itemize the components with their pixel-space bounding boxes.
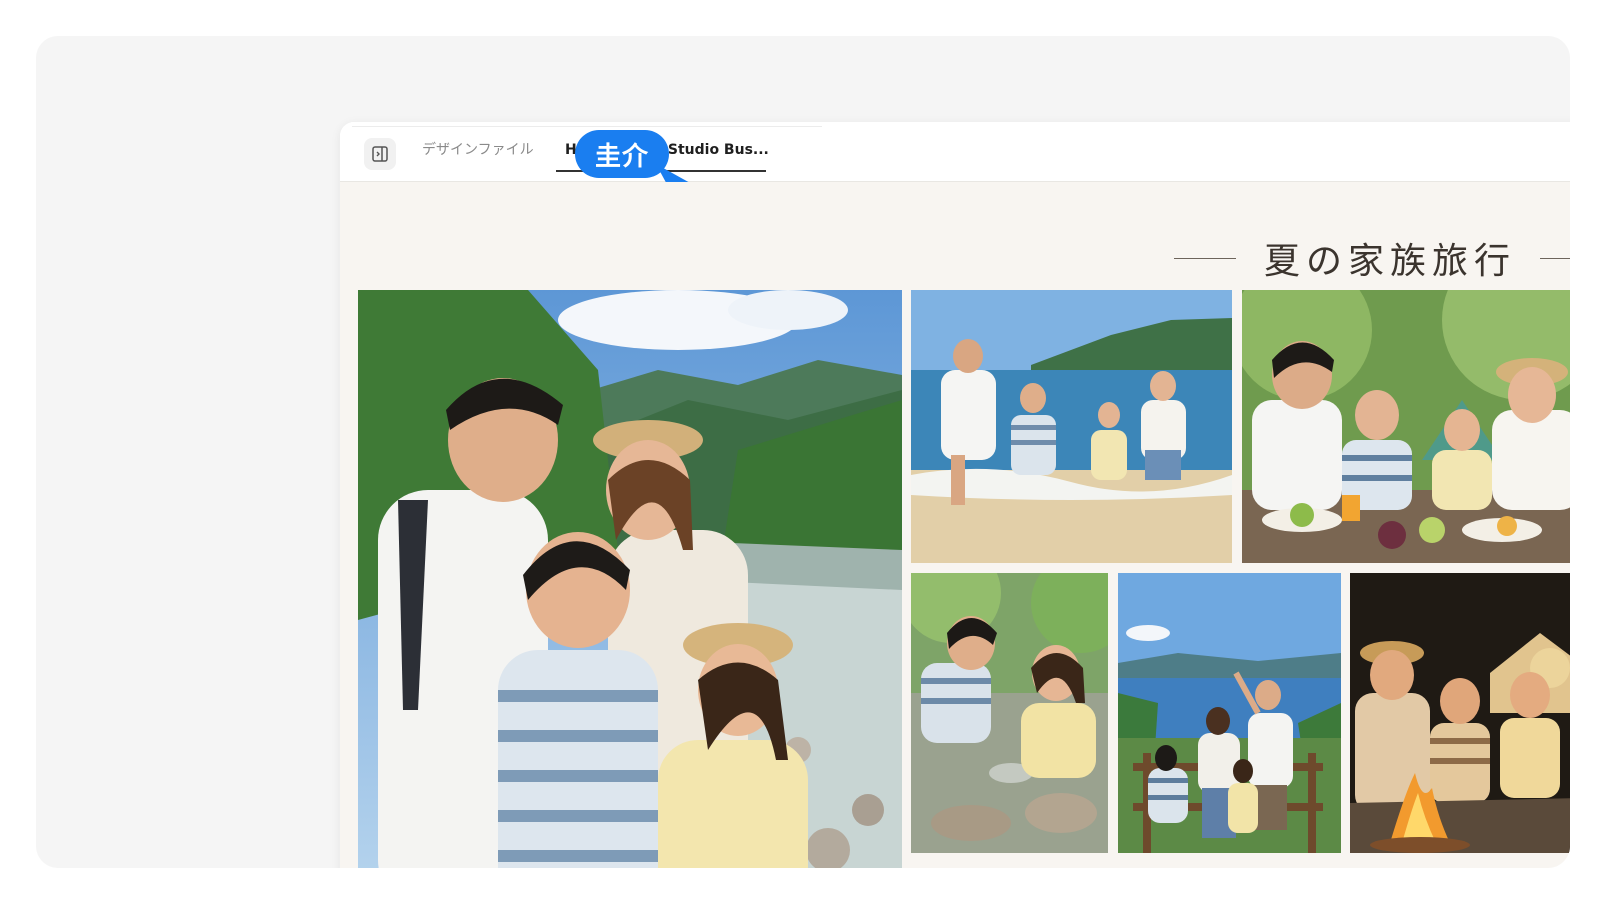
title-rule-right xyxy=(1540,257,1570,259)
tab-design-files[interactable]: デザインファイル xyxy=(422,140,534,172)
photo-family-picnic[interactable] xyxy=(1242,290,1570,563)
photo-family-lake-view[interactable] xyxy=(1118,573,1341,853)
album-title[interactable]: 夏の家族旅行 xyxy=(1236,232,1540,284)
title-rule-left xyxy=(1173,257,1236,259)
photo-kids-river-rocks[interactable] xyxy=(911,573,1108,853)
app-backdrop: デザインファイル Hikari Photo Studio Bus... 圭介 夏… xyxy=(36,36,1570,868)
tab-bar: デザインファイル Hikari Photo Studio Bus... 圭介 xyxy=(340,122,1570,190)
photo-family-beach[interactable] xyxy=(911,290,1232,563)
sidebar-panel-icon xyxy=(372,146,388,162)
album-title-block: 夏の家族旅行 xyxy=(1173,232,1570,284)
tab-strip-divider xyxy=(352,126,822,127)
photo-family-campfire[interactable] xyxy=(1350,573,1570,853)
sidebar-toggle-button[interactable] xyxy=(364,138,396,170)
album-canvas: 夏の家族旅行 xyxy=(340,182,1570,868)
editor-window: デザインファイル Hikari Photo Studio Bus... 圭介 夏… xyxy=(340,122,1570,868)
photo-family-mountain-river[interactable] xyxy=(358,290,902,868)
